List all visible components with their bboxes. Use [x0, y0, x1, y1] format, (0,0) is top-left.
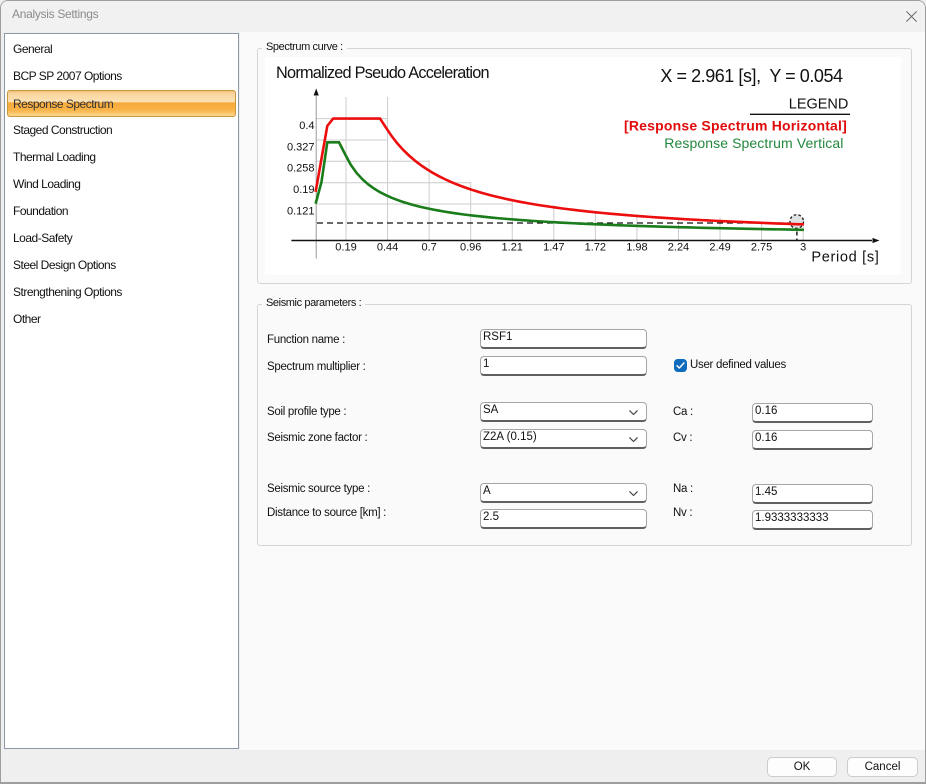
svg-text:LEGEND: LEGEND: [789, 97, 849, 113]
svg-text:3: 3: [800, 241, 806, 253]
svg-text:1.21: 1.21: [502, 241, 523, 253]
svg-text:2.49: 2.49: [709, 241, 730, 253]
svg-text:0.327: 0.327: [287, 141, 315, 153]
svg-text:0.4: 0.4: [299, 120, 314, 132]
svg-text:1.72: 1.72: [585, 241, 606, 253]
svg-text:0.96: 0.96: [460, 241, 481, 253]
svg-text:1.98: 1.98: [626, 241, 647, 253]
svg-text:Normalized Pseudo Acceleration: Normalized Pseudo Acceleration: [276, 64, 489, 82]
svg-text:0.258: 0.258: [287, 163, 315, 175]
svg-text:X = 2.961 [s], Y = 0.054: X = 2.961 [s], Y = 0.054: [660, 66, 843, 86]
svg-text:0.19: 0.19: [293, 184, 314, 196]
svg-text:0.19: 0.19: [335, 241, 356, 253]
svg-text:1.47: 1.47: [543, 241, 564, 253]
svg-text:2.75: 2.75: [751, 241, 772, 253]
svg-text:[Response Spectrum Horizontal]: [Response Spectrum Horizontal]: [624, 118, 847, 134]
svg-text:0.121: 0.121: [287, 205, 315, 217]
svg-text:2.24: 2.24: [668, 241, 689, 253]
svg-text:Period [s]: Period [s]: [811, 249, 879, 265]
svg-text:0.44: 0.44: [377, 241, 398, 253]
svg-text:Response Spectrum Vertical: Response Spectrum Vertical: [664, 135, 843, 151]
svg-text:0.7: 0.7: [421, 241, 436, 253]
